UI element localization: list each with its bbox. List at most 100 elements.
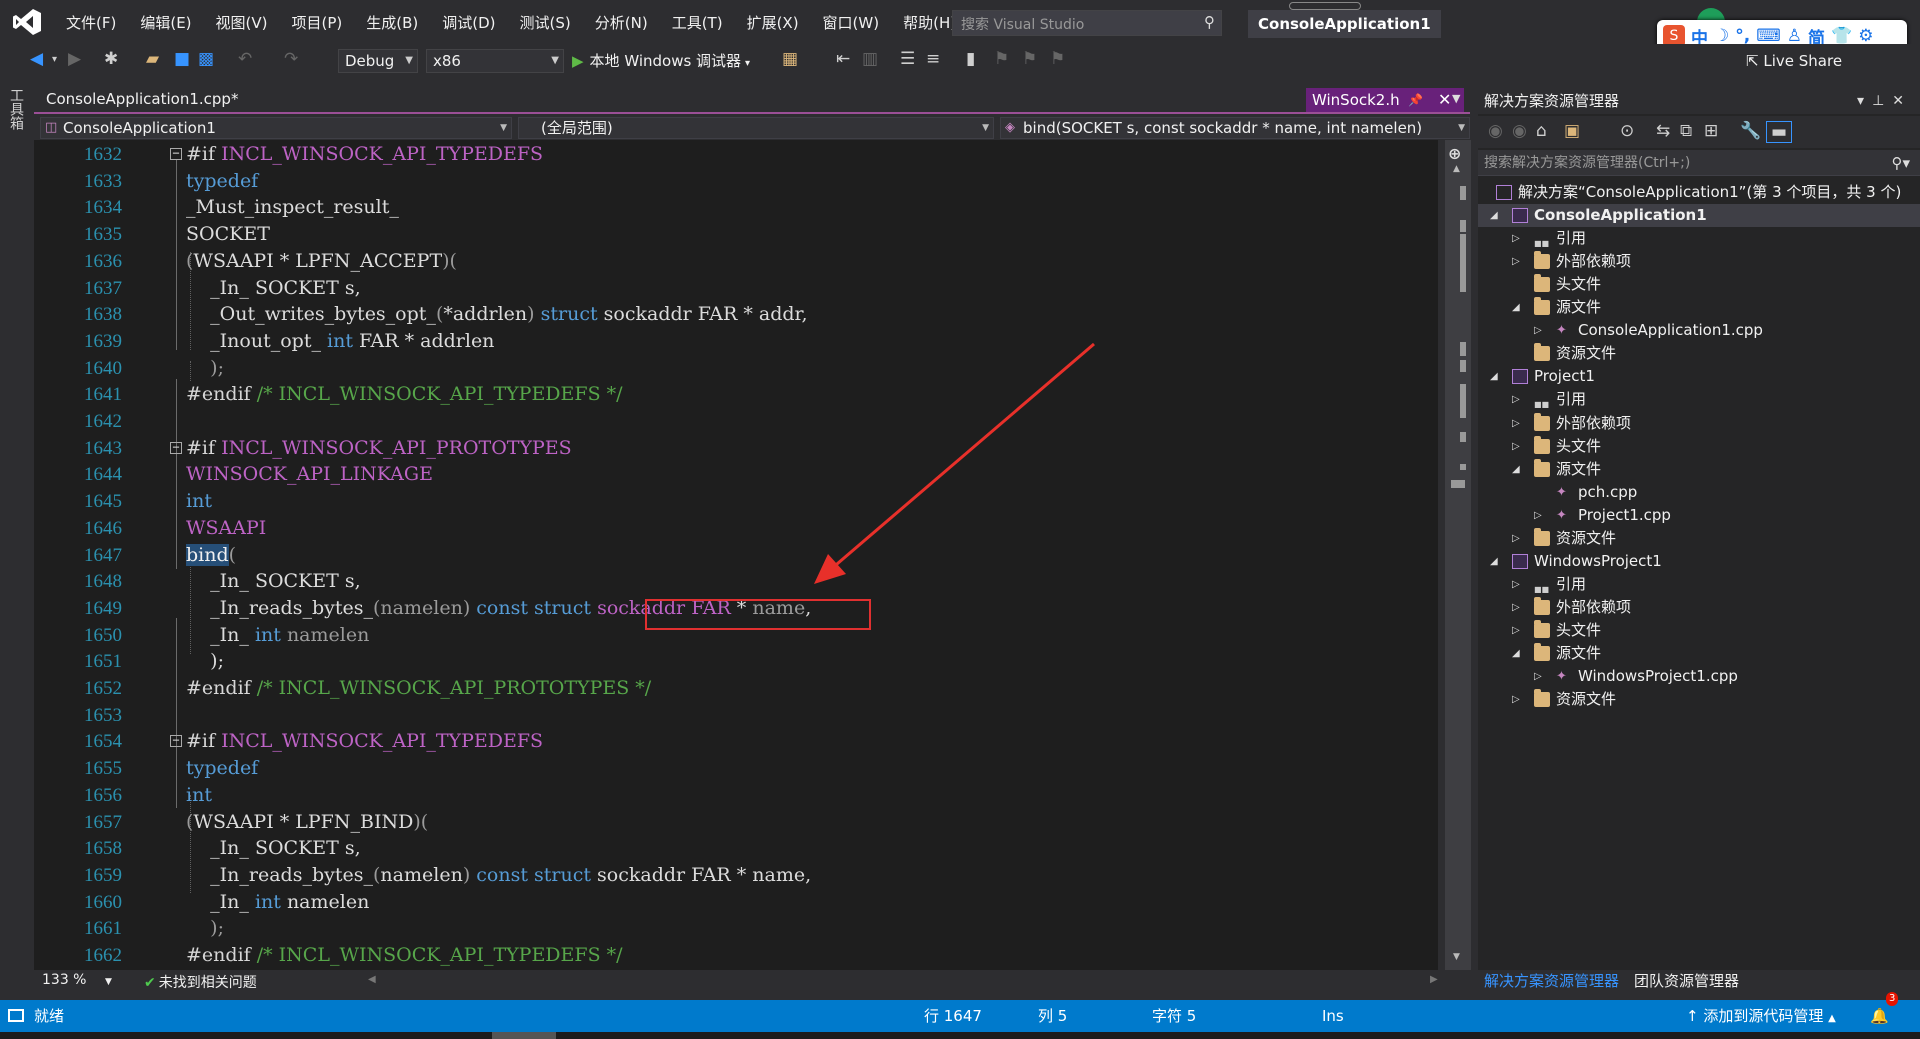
user-icon[interactable]: ♙ [1787,26,1802,46]
tree-item[interactable]: ▷ ✦ ConsoleApplication1.cpp [1478,319,1920,342]
add-to-source-control-button[interactable]: ↑ 添加到源代码管理 ▲ [1686,1000,1836,1035]
code-line[interactable]: 1659 _In_reads_bytes_(namelen) const str… [34,862,1434,889]
tab-solution-explorer[interactable]: 解决方案资源管理器 [1484,970,1619,992]
search-visual-studio[interactable]: 搜索 Visual Studio ⚲ [952,10,1222,36]
menu-item[interactable]: 视图(V) [204,12,280,33]
process-icon[interactable]: ▦ [782,49,798,69]
expand-arrow-icon[interactable]: ▷ [1512,619,1520,642]
code-line[interactable]: 1652 #endif /* INCL_WINSOCK_API_PROTOTYPE… [34,675,1434,702]
tree-item[interactable]: ◢ 源文件 [1478,642,1920,665]
save-all-icon[interactable]: ▩ [198,49,214,69]
clear-bookmarks-icon[interactable]: ⚑ [1050,49,1065,69]
tree-item[interactable]: ◢ 源文件 [1478,296,1920,319]
collapse-arrow-icon[interactable]: ◢ [1512,642,1520,665]
menu-item[interactable]: 扩展(X) [735,12,811,33]
menu-item[interactable]: 生成(B) [354,12,430,33]
preview-icon[interactable]: ▬ [1766,121,1793,143]
home-icon[interactable]: ⌂ [1536,121,1547,141]
code-line[interactable]: 1640 ); [34,355,1434,382]
expand-arrow-icon[interactable]: ▷ [1534,665,1542,688]
notifications-button[interactable]: 🔔 3 [1870,992,1899,1032]
tree-item[interactable]: ▷ 外部依赖项 [1478,250,1920,273]
collapse-region-icon[interactable]: − [170,734,182,748]
prev-bookmark-icon[interactable]: ⚑ [994,49,1009,69]
punctuation-icon[interactable]: °, [1735,26,1750,46]
tree-item[interactable]: ▷ 资源文件 [1478,527,1920,550]
code-line[interactable]: 1645 int [34,488,1434,515]
collapse-all-icon[interactable]: ⧉ [1680,121,1692,141]
save-icon[interactable]: ■ [174,49,190,69]
expand-arrow-icon[interactable]: ▷ [1512,412,1520,435]
scroll-right-icon[interactable]: ▶ [1430,974,1438,985]
scroll-up-icon[interactable]: ▲ [1453,164,1460,174]
code-line[interactable]: 1651 ); [34,648,1434,675]
code-line[interactable]: 1637 _In_ SOCKET s, [34,275,1434,302]
code-line[interactable]: 1662 #endif /* INCL_WINSOCK_API_TYPEDEFS … [34,942,1434,969]
live-share-button[interactable]: ⇱ Live Share [1746,52,1842,70]
code-editor[interactable]: 1632− #if INCL_WINSOCK_API_TYPEDEFS 1633 ty… [34,140,1438,970]
menu-item[interactable]: 测试(S) [508,12,583,33]
toolbox-tab[interactable]: 工具箱 [8,88,26,130]
code-line[interactable]: 1636 (WSAAPI * LPFN_ACCEPT)( [34,248,1434,275]
indent-icon[interactable]: ☰ [900,49,915,69]
collapse-arrow-icon[interactable]: ◢ [1490,365,1498,388]
history-icon[interactable]: ⊙ [1620,121,1634,141]
expand-arrow-icon[interactable]: ▷ [1512,250,1520,273]
code-line[interactable]: 1642 [34,408,1434,435]
show-all-files-icon[interactable]: ⊞ [1704,121,1718,141]
code-line[interactable]: 1641 #endif /* INCL_WINSOCK_API_TYPEDEFS … [34,381,1434,408]
search-icon[interactable]: ⚲ [1204,13,1215,31]
back-icon[interactable]: ◀ [30,49,43,69]
solution-configuration-select[interactable]: Debug ▼ [338,49,418,73]
code-line[interactable]: 1643 − #if INCL_WINSOCK_API_PROTOTYPES [34,435,1434,462]
tree-item[interactable]: 头文件 [1478,273,1920,296]
expand-arrow-icon[interactable]: ▷ [1512,227,1520,250]
chevron-down-icon[interactable]: ▾ [745,58,750,69]
code-line[interactable]: 1644 WINSOCK_API_LINKAGE [34,461,1434,488]
tree-item[interactable]: ▷ 引用 [1478,388,1920,416]
code-line[interactable]: 1654 − #if INCL_WINSOCK_API_TYPEDEFS [34,728,1434,755]
expand-arrow-icon[interactable]: ▷ [1512,573,1520,596]
member-select[interactable]: ◈ bind(SOCKET s, const sockaddr * name, … [1000,117,1470,139]
properties-wrench-icon[interactable]: 🔧 [1740,121,1761,141]
menu-item[interactable]: 文件(F) [54,12,128,33]
collapse-arrow-icon[interactable]: ◢ [1512,296,1520,319]
visual-studio-logo-icon[interactable] [12,8,42,36]
tab-team-explorer[interactable]: 团队资源管理器 [1634,970,1739,992]
code-line[interactable]: 1661 ); [34,915,1434,942]
code-line[interactable]: 1632 − #if INCL_WINSOCK_API_TYPEDEFS [34,141,1434,168]
pin-icon[interactable]: 📌 [1408,88,1423,112]
gear-icon[interactable]: ⚙ [1858,26,1873,46]
code-line[interactable]: 1633 typedef [34,168,1434,195]
pin-icon[interactable]: ⊥ [1872,93,1892,109]
scroll-thumb[interactable] [1451,480,1465,488]
new-project-icon[interactable]: ✱ [104,49,118,69]
comment-icon[interactable]: ≡ [926,49,940,69]
keyboard-icon[interactable]: ⌨ [1756,26,1781,46]
tree-item[interactable]: ▷ 头文件 [1478,435,1920,458]
expand-arrow-icon[interactable]: ▷ [1512,688,1520,711]
tree-item[interactable]: ✦ pch.cpp [1478,481,1920,504]
back-icon[interactable]: ◉ [1488,121,1503,141]
tree-item[interactable]: ◢ ConsoleApplication1 [1478,204,1920,228]
code-line[interactable]: 1656 int [34,782,1434,809]
scroll-down-icon[interactable]: ▼ [1453,952,1460,962]
editor-vertical-scrollbar[interactable]: ▲ ▼ [1445,140,1471,970]
tree-item[interactable]: ▷ 资源文件 [1478,688,1920,711]
code-line[interactable]: 1646 WSAAPI [34,515,1434,542]
tree-item[interactable]: ▷ 引用 [1478,573,1920,601]
code-line[interactable]: 1635 SOCKET [34,221,1434,248]
tree-item[interactable]: ▷ ✦ WindowsProject1.cpp [1478,665,1920,688]
menu-item[interactable]: 编辑(E) [128,12,203,33]
close-icon[interactable]: ✕ [1438,88,1451,112]
collapse-arrow-icon[interactable]: ◢ [1512,458,1520,481]
solution-explorer-search[interactable]: 搜索解决方案资源管理器(Ctrl+;) ⚲▾ [1478,150,1920,176]
collapse-arrow-icon[interactable]: ◢ [1490,204,1498,227]
code-line[interactable]: 1634 _Must_inspect_result_ [34,194,1434,221]
step-icon[interactable]: ⇤ [836,49,850,69]
scroll-left-icon[interactable]: ◀ [368,974,376,985]
tab-winsock2-h[interactable]: WinSock2.h 📌 ✕ [1306,88,1464,112]
tree-item[interactable]: ▷ ✦ Project1.cpp [1478,504,1920,527]
scope-select[interactable]: (全局范围) ▼ [518,117,994,139]
tree-item[interactable]: ▷ 头文件 [1478,619,1920,642]
